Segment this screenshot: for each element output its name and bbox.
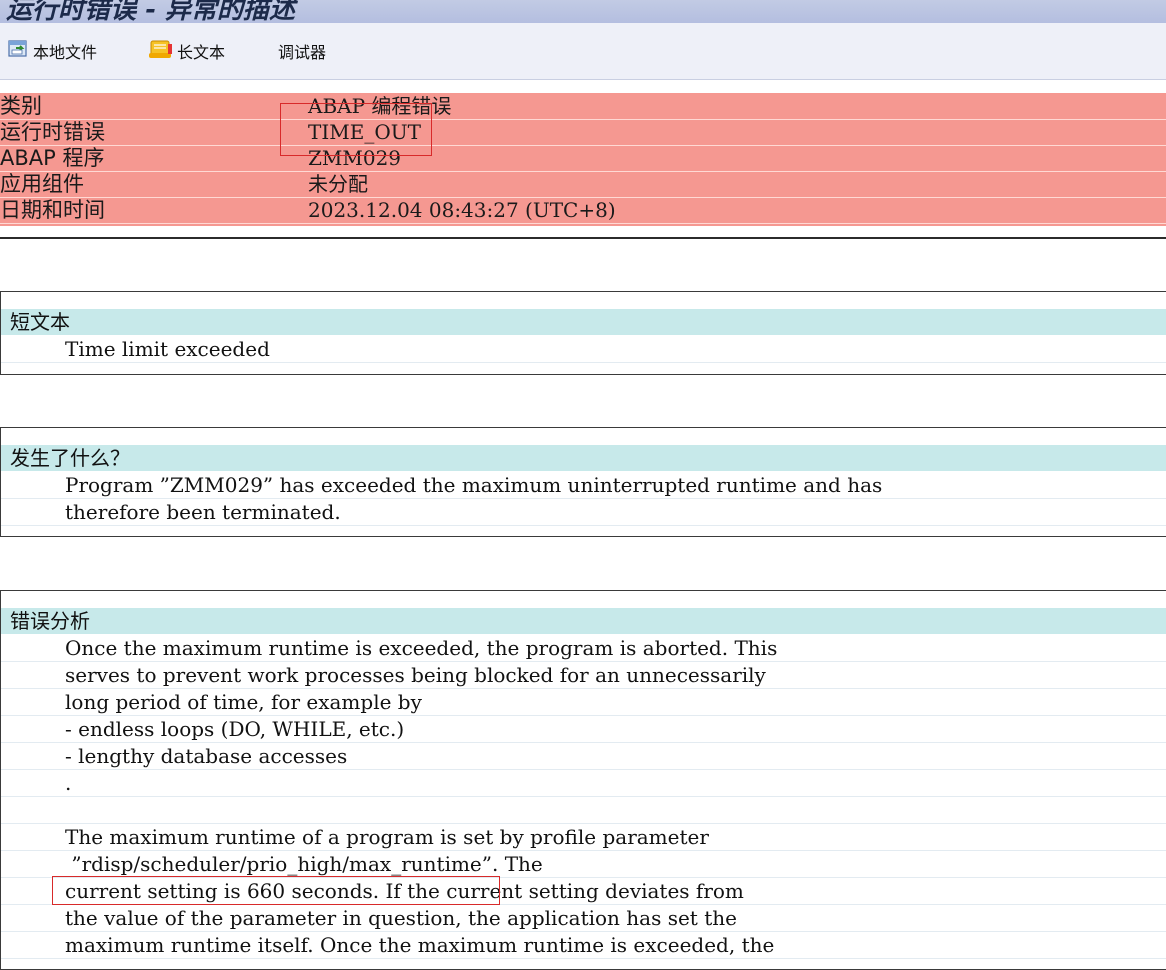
debugger-button[interactable]: 调试器 bbox=[278, 38, 326, 64]
text-line: Once the maximum runtime is exceeded, th… bbox=[1, 635, 1166, 662]
header-label: 运行时错误 bbox=[0, 120, 105, 144]
long-text-button[interactable]: 长文本 bbox=[148, 38, 225, 64]
error-analysis-panel: 错误分析 Once the maximum runtime is exceede… bbox=[0, 590, 1166, 970]
text-line: the value of the parameter in question, … bbox=[1, 905, 1166, 932]
error-analysis-heading: 错误分析 bbox=[1, 608, 1166, 634]
toolbar: 本地文件 长文本 调试器 bbox=[0, 23, 1166, 80]
window-title: 运行时错误 - 异常的描述 bbox=[6, 0, 295, 23]
header-label: ABAP 程序 bbox=[0, 146, 105, 170]
short-text-panel: 短文本 Time limit exceeded bbox=[0, 291, 1166, 375]
text-line: ”rdisp/scheduler/prio_high/max_runtime”.… bbox=[1, 851, 1166, 878]
text-line: current setting is 660 seconds. If the c… bbox=[1, 878, 1166, 905]
local-file-label: 本地文件 bbox=[33, 43, 98, 62]
text-line: Program ”ZMM029” has exceeded the maximu… bbox=[1, 472, 1166, 499]
text-line: long period of time, for example by bbox=[1, 689, 1166, 716]
what-happened-panel: 发生了什么？ Program ”ZMM029” has exceeded the… bbox=[0, 427, 1166, 537]
header-value: 未分配 bbox=[308, 172, 368, 196]
header-row-component: 应用组件 未分配 bbox=[0, 171, 1166, 198]
text-line: - lengthy database accesses bbox=[1, 743, 1166, 770]
long-text-icon bbox=[148, 38, 174, 64]
header-value: ABAP 编程错误 bbox=[308, 94, 452, 118]
what-happened-heading: 发生了什么？ bbox=[1, 445, 1166, 471]
divider bbox=[0, 237, 1166, 239]
text-line: serves to prevent work processes being b… bbox=[1, 662, 1166, 689]
text-line: . bbox=[1, 770, 1166, 797]
text-line: maximum runtime itself. Once the maximum… bbox=[1, 932, 1166, 959]
header-value: ZMM029 bbox=[308, 146, 402, 170]
header-row-category: 类别 ABAP 编程错误 bbox=[0, 93, 1166, 120]
header-row-runtime-error: 运行时错误 TIME_OUT bbox=[0, 119, 1166, 146]
long-text-label: 长文本 bbox=[177, 43, 226, 62]
header-label: 日期和时间 bbox=[0, 198, 105, 222]
header-label: 类别 bbox=[0, 94, 42, 118]
short-text-heading: 短文本 bbox=[1, 309, 1166, 335]
error-header: 类别 ABAP 编程错误 运行时错误 TIME_OUT ABAP 程序 ZMM0… bbox=[0, 93, 1166, 226]
local-file-icon bbox=[8, 39, 30, 63]
text-line bbox=[1, 797, 1166, 824]
header-value: 2023.12.04 08:43:27 (UTC+8) bbox=[308, 198, 616, 222]
local-file-button[interactable]: 本地文件 bbox=[8, 38, 97, 64]
text-line: therefore been terminated. bbox=[1, 499, 1166, 526]
header-label: 应用组件 bbox=[0, 172, 84, 196]
debugger-label: 调试器 bbox=[278, 43, 327, 62]
title-bar: 运行时错误 - 异常的描述 bbox=[0, 0, 1166, 23]
header-row-datetime: 日期和时间 2023.12.04 08:43:27 (UTC+8) bbox=[0, 197, 1166, 224]
header-value: TIME_OUT bbox=[308, 120, 421, 144]
text-line: Time limit exceeded bbox=[1, 336, 1166, 363]
text-line: The maximum runtime of a program is set … bbox=[1, 824, 1166, 851]
header-row-program: ABAP 程序 ZMM029 bbox=[0, 145, 1166, 172]
text-line: - endless loops (DO, WHILE, etc.) bbox=[1, 716, 1166, 743]
